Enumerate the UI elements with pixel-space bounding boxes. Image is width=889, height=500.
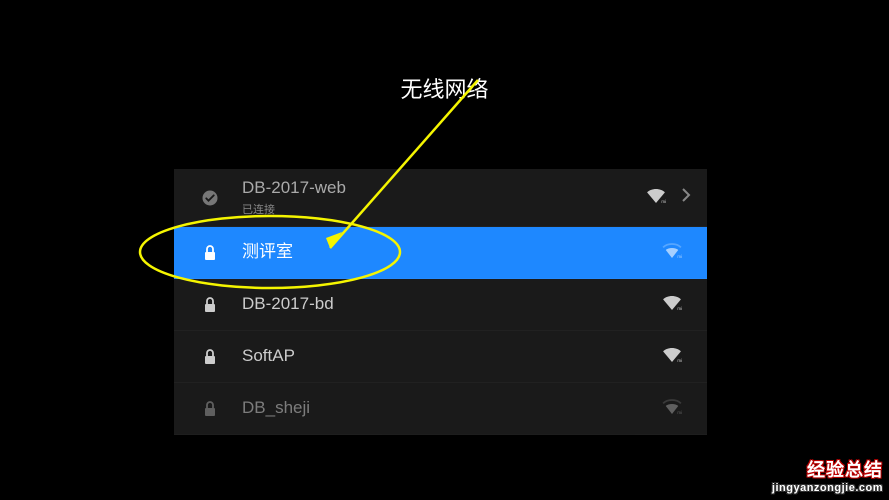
network-name-label: SoftAP xyxy=(242,346,661,366)
svg-text:mi: mi xyxy=(677,410,682,414)
wifi-signal-icon: mi xyxy=(645,187,667,208)
wifi-network-list: DB-2017-web 已连接 mi 测评室 mi DB-2017-bd mi xyxy=(174,169,707,435)
chevron-right-icon[interactable] xyxy=(681,188,691,207)
lock-icon xyxy=(194,245,226,261)
wifi-signal-icon: mi xyxy=(661,242,683,263)
lock-icon xyxy=(194,401,226,417)
wifi-signal-icon: mi xyxy=(661,346,683,367)
network-row[interactable]: DB_sheji mi xyxy=(174,383,707,435)
lock-icon xyxy=(194,349,226,365)
network-row-connected[interactable]: DB-2017-web 已连接 mi xyxy=(174,169,707,227)
checkmark-icon xyxy=(194,189,226,207)
network-row[interactable]: DB-2017-bd mi xyxy=(174,279,707,331)
svg-text:mi: mi xyxy=(677,358,682,362)
svg-text:mi: mi xyxy=(677,306,682,310)
wifi-signal-icon: mi xyxy=(661,398,683,419)
watermark: 经验总结 jingyanzongjie.com xyxy=(772,456,883,494)
lock-icon xyxy=(194,297,226,313)
network-name-label: 测评室 xyxy=(242,242,661,262)
wifi-signal-icon: mi xyxy=(661,294,683,315)
network-row[interactable]: SoftAP mi xyxy=(174,331,707,383)
network-row-selected[interactable]: 测评室 mi xyxy=(174,227,707,279)
watermark-line1: 经验总结 xyxy=(772,456,883,482)
watermark-line2: jingyanzongjie.com xyxy=(772,482,883,494)
page-title: 无线网络 xyxy=(0,0,889,104)
network-status-label: 已连接 xyxy=(242,201,645,217)
network-name-label: DB-2017-web xyxy=(242,178,645,198)
network-name-label: DB-2017-bd xyxy=(242,294,661,314)
network-name-label: DB_sheji xyxy=(242,398,661,418)
svg-text:mi: mi xyxy=(661,199,666,203)
svg-text:mi: mi xyxy=(677,254,682,258)
